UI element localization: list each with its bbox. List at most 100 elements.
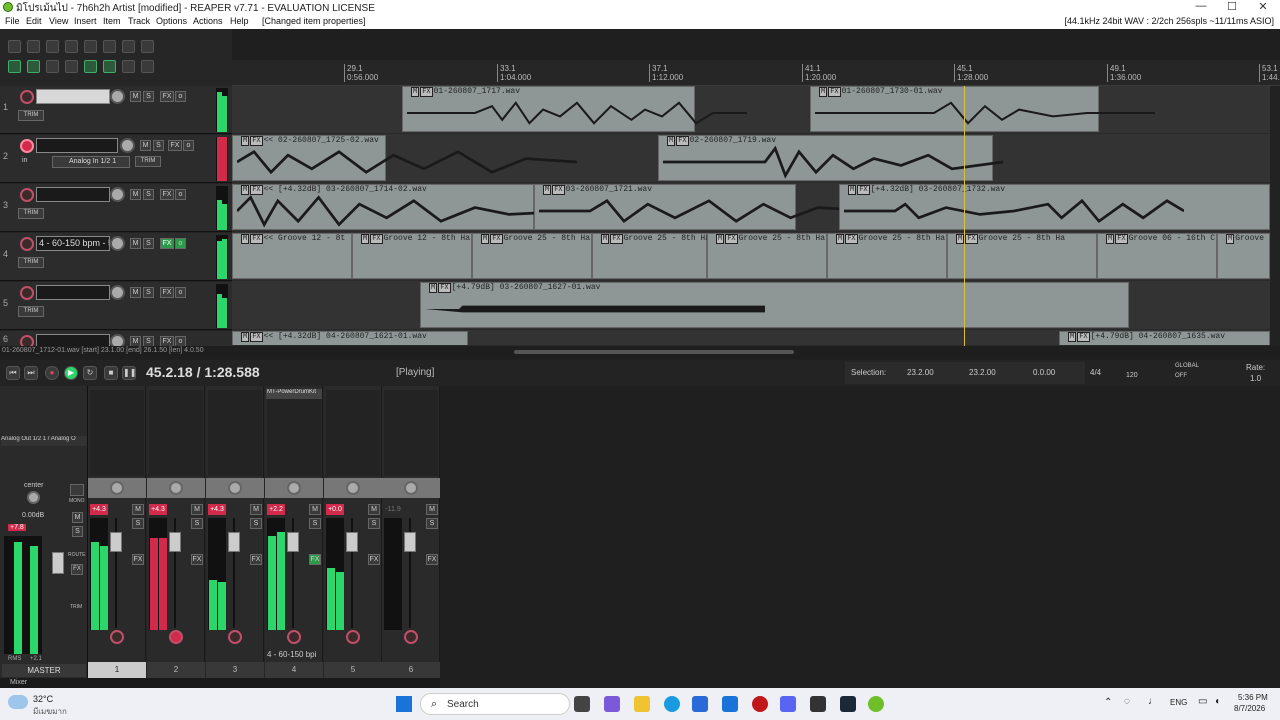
fx-button[interactable]: FX <box>168 140 182 151</box>
mono-button[interactable]: MONO <box>69 498 85 504</box>
record-arm-button[interactable] <box>287 630 301 644</box>
solo-button[interactable]: S <box>153 140 164 151</box>
master-output-selector[interactable]: Analog Out 1/2 1 / Analog O <box>1 436 87 446</box>
midi-item[interactable]: M FX Groove 12 - 8th Ha <box>352 233 472 279</box>
solo-button[interactable]: S <box>143 287 154 298</box>
midi-item[interactable]: M FX Groove 25 - 8th Ha <box>592 233 710 279</box>
trim-button[interactable]: TRIM <box>135 156 161 167</box>
track-lane-5[interactable]: M FX [+4.79dB] 03-260807_1627-01.wav <box>232 282 1270 330</box>
mute-button[interactable]: M <box>368 504 380 515</box>
trim-button[interactable]: TRIM <box>18 306 44 317</box>
track-lane-4[interactable]: M FX << Groove 12 - 8t M FX Groove 12 - 8th … <box>232 233 1270 281</box>
volume-knob[interactable] <box>110 236 125 251</box>
fx-bypass-button[interactable]: o <box>183 140 194 151</box>
clock-time[interactable]: 5:36 PM <box>1238 693 1268 702</box>
track-name-field[interactable]: 4 - 60-150 bpm - 5 <box>36 236 110 251</box>
windows-start-icon[interactable] <box>396 696 412 712</box>
route-button[interactable]: ROUTE <box>68 552 86 558</box>
fx-plugin-slot[interactable]: MT-PowerDrumKit <box>266 389 322 399</box>
media-item[interactable]: M FX [+4.79dB] 04-260807_1635.wav <box>1059 331 1270 345</box>
fx-button[interactable]: FX <box>160 238 174 249</box>
fx-bypass-button[interactable]: o <box>175 91 186 102</box>
pan-knob[interactable] <box>228 481 242 495</box>
master-trim-button[interactable]: TRIM <box>70 604 82 610</box>
arrange-view[interactable]: M FX 01-260807_1717.wav M FX 01-260807_1730-… <box>232 86 1270 346</box>
track-name-field[interactable] <box>36 89 110 104</box>
auto-crossfade-icon[interactable] <box>84 60 97 73</box>
midi-item[interactable]: M FX Groove 06 - 16th C <box>1097 233 1217 279</box>
volume-icon[interactable]: ◖ <box>1214 696 1220 707</box>
solo-button[interactable]: S <box>143 91 154 102</box>
mute-button[interactable]: M <box>426 504 438 515</box>
store-icon[interactable] <box>692 696 708 712</box>
volume-fader[interactable] <box>228 532 240 552</box>
new-project-icon[interactable] <box>8 40 21 53</box>
redo-icon[interactable] <box>103 40 116 53</box>
selection-display[interactable]: Selection: 23.2.00 23.2.00 0.0.00 <box>845 362 1085 384</box>
language-indicator[interactable]: ENG <box>1170 698 1187 707</box>
close-button[interactable]: ✕ <box>1248 0 1278 13</box>
volume-fader[interactable] <box>110 532 122 552</box>
mute-button[interactable]: M <box>130 91 141 102</box>
minimize-button[interactable]: — <box>1186 0 1216 12</box>
pan-knob[interactable] <box>110 481 124 495</box>
fx-button[interactable]: FX <box>132 554 144 565</box>
undo-icon[interactable] <box>84 40 97 53</box>
mixer-tab[interactable]: Mixer <box>0 678 440 688</box>
track-3[interactable]: 3 M S FX o TRIM <box>0 184 232 232</box>
mute-button[interactable]: M <box>130 189 141 200</box>
media-item[interactable]: M FX 01-260807_1730-01.wav <box>810 86 1155 132</box>
pan-knob[interactable] <box>404 481 418 495</box>
display-icon[interactable]: ▭ <box>1198 696 1207 707</box>
master-fx-button[interactable]: FX <box>71 564 83 575</box>
record-arm-button[interactable] <box>20 139 34 153</box>
reaper-taskbar-icon[interactable] <box>868 696 884 712</box>
razor-icon[interactable] <box>141 60 154 73</box>
mute-button[interactable]: M <box>309 504 321 515</box>
midi-item[interactable]: M FX Groove 25 - 8th Ha <box>947 233 1097 279</box>
tempo[interactable]: 120 <box>1126 372 1138 379</box>
metronome-icon[interactable] <box>122 40 135 53</box>
record-arm-button[interactable] <box>20 90 34 104</box>
mute-button[interactable]: M <box>250 504 262 515</box>
track-lane-3[interactable]: M FX << [+4.32dB] 03-260807_1714-02.wav MF… <box>232 184 1270 232</box>
open-project-icon[interactable] <box>27 40 40 53</box>
track-name-field[interactable] <box>36 285 110 300</box>
solo-button[interactable]: S <box>250 518 262 529</box>
record-arm-button[interactable] <box>20 286 34 300</box>
track-name-field[interactable] <box>36 138 118 153</box>
trim-button[interactable]: TRIM <box>18 257 44 268</box>
fx-slot-area[interactable] <box>326 390 380 476</box>
time-display[interactable]: 45.2.18 / 1:28.588 <box>146 364 260 380</box>
menu-view[interactable]: View <box>49 16 68 26</box>
pan-knob[interactable] <box>287 481 301 495</box>
mute-button[interactable]: M <box>140 140 151 151</box>
menu-edit[interactable]: Edit <box>26 16 42 26</box>
solo-button[interactable]: S <box>143 238 154 249</box>
global-automation-state[interactable]: OFF <box>1175 373 1187 379</box>
midi-item[interactable]: M Groove <box>1217 233 1270 279</box>
solo-button[interactable]: S <box>132 518 144 529</box>
menu-track[interactable]: Track <box>128 16 150 26</box>
track-2[interactable]: 2 M S FX o in Analog In 1/2 1 TRIM <box>0 135 232 183</box>
copilot-icon[interactable] <box>604 696 620 712</box>
menu-insert[interactable]: Insert <box>74 16 97 26</box>
steam-icon[interactable] <box>840 696 856 712</box>
master-volume[interactable]: 0.00dB <box>22 512 44 519</box>
master-solo-button[interactable]: S <box>72 526 83 537</box>
volume-fader[interactable] <box>404 532 416 552</box>
fx-button[interactable]: FX <box>160 287 174 298</box>
track-1[interactable]: 1 M S FX o TRIM <box>0 86 232 134</box>
app-red-icon[interactable] <box>752 696 768 712</box>
record-arm-button[interactable] <box>20 237 34 251</box>
edge-icon[interactable] <box>664 696 680 712</box>
discord-icon[interactable] <box>780 696 796 712</box>
master-fx-icon[interactable] <box>70 484 84 496</box>
go-to-start-button[interactable]: ⏮ <box>6 366 20 380</box>
toolbar-blank-icon[interactable] <box>141 40 154 53</box>
media-item[interactable]: M FX 03-260807_1721.wav <box>534 184 879 230</box>
track-name-field[interactable] <box>36 187 110 202</box>
track-lane-2[interactable]: M FX << 02-260807_1725-02.wav M FX 02-260807… <box>232 135 1270 183</box>
media-item[interactable]: M FX << 02-260807_1725-02.wav <box>232 135 577 181</box>
vertical-scrollbar[interactable] <box>1270 86 1280 348</box>
